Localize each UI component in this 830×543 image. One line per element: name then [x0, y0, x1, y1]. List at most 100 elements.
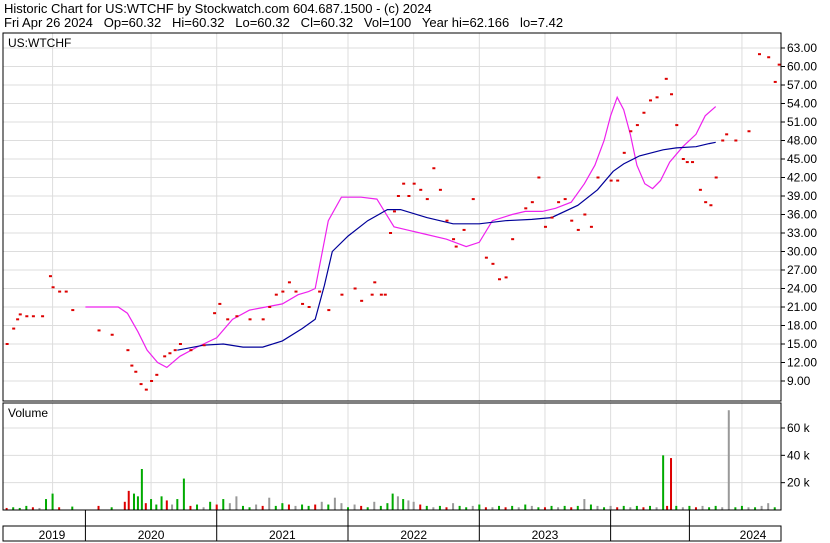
price-tick-label: 45.00 — [787, 152, 817, 166]
price-mark — [491, 262, 495, 265]
price-mark — [642, 111, 646, 114]
price-mark — [294, 290, 298, 293]
price-tick-label: 9.00 — [787, 374, 811, 388]
price-tick-label: 60.00 — [787, 60, 817, 74]
price-mark — [704, 201, 708, 204]
price-mark — [609, 179, 613, 182]
moving-average-lines — [85, 95, 717, 369]
price-mark — [767, 56, 771, 59]
volume-bar — [498, 505, 501, 510]
volume-bar — [51, 493, 54, 510]
volume-axis-ticks: 60 k 40 k 20 k — [781, 421, 811, 490]
price-mark — [18, 313, 22, 316]
volume-bar — [307, 505, 310, 510]
price-mark — [163, 355, 167, 358]
price-mark — [747, 130, 751, 133]
price-mark — [655, 96, 659, 99]
volume-bar — [419, 504, 422, 510]
price-mark — [392, 210, 396, 213]
volume-bar — [274, 505, 277, 510]
volume-bar — [649, 505, 652, 510]
price-mark — [48, 275, 52, 278]
price-mark — [25, 315, 29, 318]
price-mark — [213, 312, 217, 315]
price-mark — [202, 344, 206, 347]
volume-panel-title: Volume — [8, 406, 48, 420]
price-mark — [134, 370, 138, 373]
volume-bar — [281, 503, 284, 510]
price-mark — [389, 232, 393, 234]
price-mark — [557, 201, 561, 204]
price-mark — [419, 188, 423, 191]
year-label: 2019 — [39, 528, 66, 542]
volume-bar — [360, 505, 363, 510]
price-mark — [58, 290, 62, 293]
price-mark — [5, 343, 9, 345]
price-mark — [757, 53, 761, 56]
moving-average-line — [177, 141, 716, 351]
volume-bar — [228, 503, 231, 510]
volume-bar — [524, 504, 527, 510]
volume-bar — [189, 505, 192, 510]
year-label: 2020 — [138, 528, 165, 542]
price-mark — [462, 228, 466, 231]
price-mark — [144, 388, 148, 391]
price-mark — [498, 278, 502, 281]
price-tick-label: 42.00 — [787, 171, 817, 185]
price-tick-label: 24.00 — [787, 282, 817, 296]
volume-bar — [675, 505, 678, 510]
price-mark — [550, 216, 554, 219]
price-mark — [383, 293, 387, 296]
price-tick-label: 15.00 — [787, 337, 817, 351]
price-mark — [714, 176, 718, 179]
price-tick-label: 63.00 — [787, 41, 817, 55]
volume-bar — [662, 455, 665, 510]
price-mark — [281, 290, 285, 293]
price-mark — [268, 306, 272, 308]
price-tick-label: 30.00 — [787, 245, 817, 259]
volume-bar — [182, 478, 185, 510]
price-mark — [452, 238, 456, 241]
price-mark — [596, 176, 600, 179]
stock-chart: 63.00 60.00 57.00 54.00 51.00 48.00 45.00 42.00… — [2, 32, 817, 542]
price-mark — [721, 139, 725, 142]
volume-bar — [666, 505, 669, 510]
volume-bar — [353, 504, 356, 510]
volume-bar — [71, 506, 74, 510]
volume-bar — [622, 505, 625, 510]
price-mark — [150, 380, 154, 382]
price-mark — [530, 201, 534, 204]
volume-bar — [222, 499, 225, 510]
price-mark — [64, 290, 68, 293]
price-mark — [691, 161, 695, 164]
volume-bar — [458, 505, 461, 510]
price-mark — [16, 318, 20, 321]
volume-bar — [714, 505, 717, 510]
price-mark — [543, 225, 547, 228]
volume-tick-label: 20 k — [787, 476, 811, 490]
price-mark — [635, 124, 639, 127]
price-tick-label: 54.00 — [787, 97, 817, 111]
price-mark — [402, 182, 406, 185]
volume-bar — [144, 503, 147, 510]
price-mark — [629, 130, 633, 133]
volume-bar — [583, 499, 586, 510]
moving-average-line — [85, 95, 717, 369]
volume-bar — [767, 503, 770, 510]
price-mark — [318, 290, 322, 293]
price-mark — [340, 293, 344, 296]
volume-bar — [294, 505, 297, 510]
price-tick-label: 33.00 — [787, 226, 817, 240]
price-mark — [353, 287, 357, 290]
price-mark — [71, 309, 75, 312]
volume-bar — [287, 504, 290, 510]
price-mark — [12, 327, 16, 330]
volume-bar — [150, 499, 153, 510]
volume-bar — [196, 504, 199, 510]
volume-bar — [576, 505, 579, 510]
price-mark — [235, 315, 239, 318]
price-mark — [31, 315, 35, 318]
price-mark — [576, 228, 580, 231]
price-mark — [589, 225, 593, 228]
price-mark — [110, 333, 114, 336]
